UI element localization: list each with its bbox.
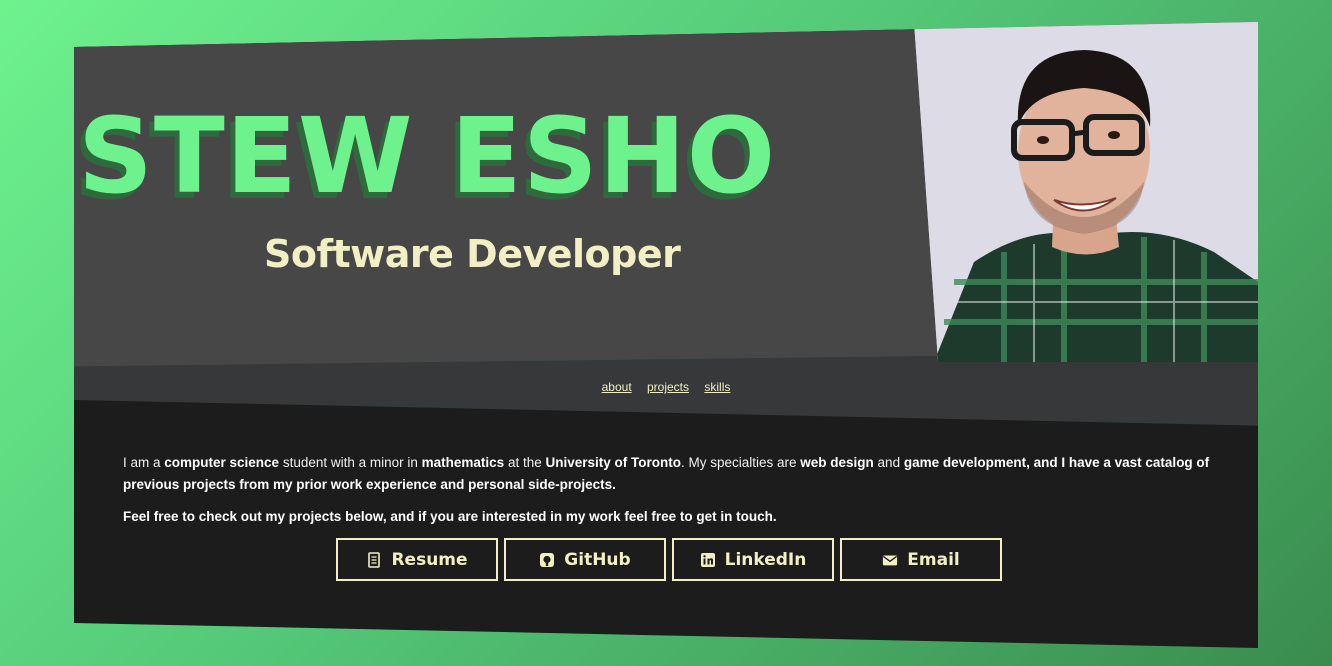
profile-photo (914, 22, 1258, 362)
resume-button-label: Resume (391, 549, 468, 570)
linkedin-icon (700, 552, 716, 568)
envelope-icon (882, 552, 898, 568)
nav-links: about projects skills (74, 380, 1258, 394)
about-emphasis: mathematics (421, 455, 505, 470)
about-emphasis: Feel free to check out my projects below… (123, 509, 777, 524)
resume-button[interactable]: Resume (336, 538, 498, 581)
contact-buttons: Resume GitHub LinkedIn Email (336, 538, 1002, 581)
github-button-label: GitHub (564, 549, 631, 570)
linkedin-button-label: LinkedIn (724, 549, 807, 570)
about-text: and (873, 455, 904, 470)
document-icon (366, 551, 382, 568)
email-button-label: Email (907, 549, 960, 570)
about-text: student with a minor in (279, 455, 422, 470)
about-paragraph-2: Feel free to check out my projects below… (123, 506, 1213, 528)
about-section: I am a computer science student with a m… (123, 452, 1213, 538)
github-icon (539, 552, 555, 568)
website-screenshot-frame: STEW ESHO Software Developer about proje… (74, 22, 1258, 648)
github-button[interactable]: GitHub (504, 538, 666, 581)
hero-role: Software Developer (264, 232, 681, 276)
hero-name: STEW ESHO (78, 95, 777, 217)
about-paragraph-1: I am a computer science student with a m… (123, 452, 1213, 496)
nav-link-about[interactable]: about (602, 380, 632, 394)
about-emphasis: University of Toronto (545, 455, 681, 470)
nav-link-projects[interactable]: projects (647, 380, 689, 394)
nav-link-skills[interactable]: skills (704, 380, 730, 394)
about-text: at the (504, 455, 546, 470)
email-button[interactable]: Email (840, 538, 1002, 581)
about-emphasis: web design (800, 455, 874, 470)
linkedin-button[interactable]: LinkedIn (672, 538, 834, 581)
about-emphasis: computer science (164, 455, 280, 470)
about-text: . My specialties are (680, 455, 801, 470)
about-text: I am a (123, 455, 165, 470)
